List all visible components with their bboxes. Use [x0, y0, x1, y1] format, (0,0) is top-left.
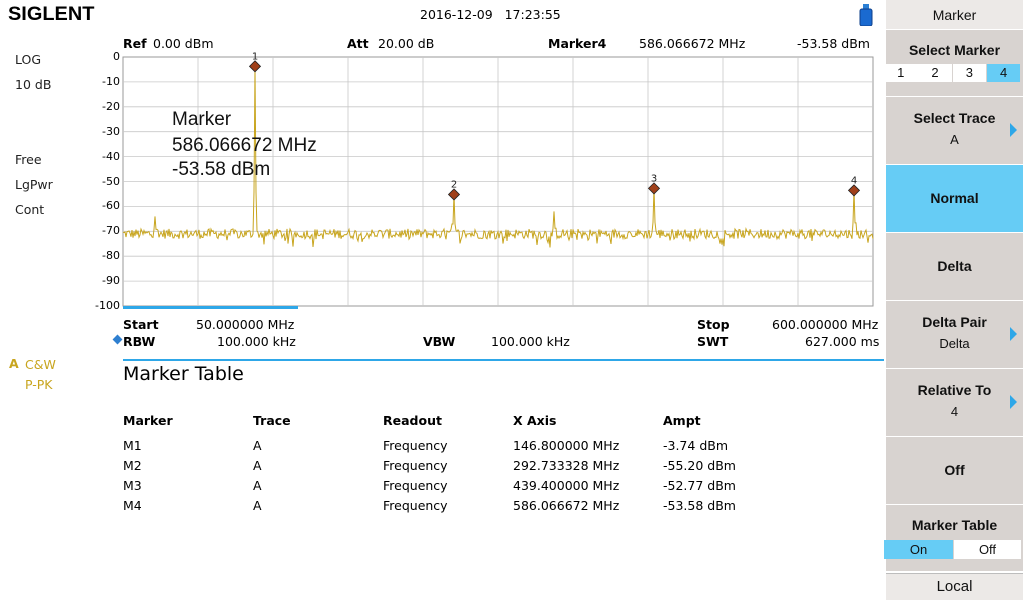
marker-table-off-option[interactable]: Off [954, 540, 1021, 559]
detector-mode: LgPwr [15, 177, 53, 192]
table-cell: 586.066672 MHz [513, 498, 620, 513]
table-cell: Frequency [383, 438, 448, 453]
marker-1-label: 1 [252, 51, 258, 62]
select-marker-option-2[interactable]: 2 [918, 64, 952, 82]
select-marker-option-1[interactable]: 1 [884, 64, 918, 82]
ref-label: Ref [123, 36, 147, 51]
select-marker-softkey[interactable]: Select Marker 1234 [884, 30, 1023, 97]
ref-value: 0.00 dBm [153, 36, 214, 51]
annotation-freq: 586.066672 MHz [172, 135, 317, 156]
y-tick-label: -40 [102, 149, 120, 163]
y-tick-label: -10 [102, 74, 120, 88]
y-tick-label: -70 [102, 224, 120, 238]
annotation-title: Marker [172, 109, 232, 130]
sweep-mode: Cont [15, 202, 45, 217]
table-cell: Frequency [383, 478, 448, 493]
table-header-trace: Trace [253, 413, 291, 428]
table-cell: 292.733328 MHz [513, 458, 620, 473]
table-cell: M1 [123, 438, 142, 453]
swt-value: 627.000 ms [805, 334, 880, 349]
annotation-ampt: -53.58 dBm [172, 159, 271, 180]
scale-type: LOG [15, 52, 42, 67]
y-tick-label: -80 [102, 249, 120, 263]
vbw-value: 100.000 kHz [491, 334, 570, 349]
scale-div: 10 dB [15, 77, 52, 92]
brand-logo: SIGLENT [8, 4, 95, 25]
stop-value: 600.000000 MHz [772, 317, 879, 332]
table-cell: -3.74 dBm [663, 438, 729, 453]
delta-softkey[interactable]: Delta [886, 233, 1023, 301]
off-softkey[interactable]: Off [886, 437, 1023, 505]
sweep-progress [123, 306, 298, 309]
y-tick-label: -100 [95, 299, 120, 312]
relative-to-softkey[interactable]: Relative To 4 [886, 369, 1023, 437]
marker-annotation: Marker 586.066672 MHz -53.58 dBm [172, 107, 317, 183]
y-tick-label: -30 [102, 124, 120, 138]
start-label: Start [123, 317, 159, 332]
table-cell: -55.20 dBm [663, 458, 736, 473]
table-header-ampt: Ampt [663, 413, 701, 428]
trace-label: A [9, 356, 19, 371]
table-cell: M4 [123, 498, 142, 513]
stop-label: Stop [697, 317, 730, 332]
table-divider [123, 359, 884, 361]
table-cell: M2 [123, 458, 142, 473]
marker-3-label: 3 [651, 173, 657, 184]
table-cell: 439.400000 MHz [513, 478, 620, 493]
submenu-arrow-icon [1010, 327, 1017, 341]
usb-icon [859, 4, 873, 26]
trace-mode: C&W [25, 357, 56, 372]
table-header-marker: Marker [123, 413, 173, 428]
y-tick-label: -20 [102, 99, 120, 113]
select-marker-option-4[interactable]: 4 [986, 64, 1021, 82]
marker-table-title: Marker Table [123, 363, 244, 385]
swt-label: SWT [697, 334, 729, 349]
submenu-arrow-icon [1010, 123, 1017, 137]
select-marker-option-3[interactable]: 3 [952, 64, 987, 82]
rbw-value: 100.000 kHz [217, 334, 296, 349]
trigger-mode: Free [15, 152, 42, 167]
marker-table-on-option[interactable]: On [884, 540, 953, 559]
y-tick-label: -60 [102, 199, 120, 213]
table-cell: A [253, 458, 262, 473]
table-cell: -52.77 dBm [663, 478, 736, 493]
menu-title: Marker [886, 0, 1023, 30]
active-marker-ampt: -53.58 dBm [797, 36, 870, 51]
table-cell: A [253, 438, 262, 453]
table-cell: A [253, 478, 262, 493]
active-marker-freq: 586.066672 MHz [639, 36, 746, 51]
trace-detector: P-PK [25, 377, 53, 392]
marker-2-label: 2 [451, 179, 457, 190]
table-cell: A [253, 498, 262, 513]
active-marker-label: Marker4 [548, 36, 607, 51]
local-button[interactable]: Local [886, 573, 1023, 601]
table-cell: -53.58 dBm [663, 498, 736, 513]
rbw-indicator-icon [112, 334, 123, 345]
marker-4-label: 4 [851, 175, 857, 186]
select-trace-softkey[interactable]: Select Trace A [886, 97, 1023, 165]
table-cell: 146.800000 MHz [513, 438, 620, 453]
delta-pair-softkey[interactable]: Delta Pair Delta [886, 301, 1023, 369]
marker-table-softkey[interactable]: Marker Table On Off [884, 505, 1023, 572]
y-tick-label: -90 [102, 274, 120, 288]
att-label: Att [347, 36, 369, 51]
att-value: 20.00 dB [378, 36, 435, 51]
submenu-arrow-icon [1010, 395, 1017, 409]
table-cell: Frequency [383, 458, 448, 473]
table-header-readout: Readout [383, 413, 442, 428]
table-cell: M3 [123, 478, 142, 493]
normal-softkey[interactable]: Normal [886, 165, 1023, 233]
y-tick-label: -50 [102, 174, 120, 188]
date-time: 2016-12-09 17:23:55 [420, 7, 561, 22]
time-text: 17:23:55 [504, 7, 561, 22]
start-value: 50.000000 MHz [196, 317, 295, 332]
y-tick-label: 0 [113, 50, 120, 63]
table-header-x-axis: X Axis [513, 413, 557, 428]
rbw-label: RBW [123, 334, 156, 349]
vbw-label: VBW [423, 334, 456, 349]
date-text: 2016-12-09 [420, 7, 493, 22]
table-cell: Frequency [383, 498, 448, 513]
